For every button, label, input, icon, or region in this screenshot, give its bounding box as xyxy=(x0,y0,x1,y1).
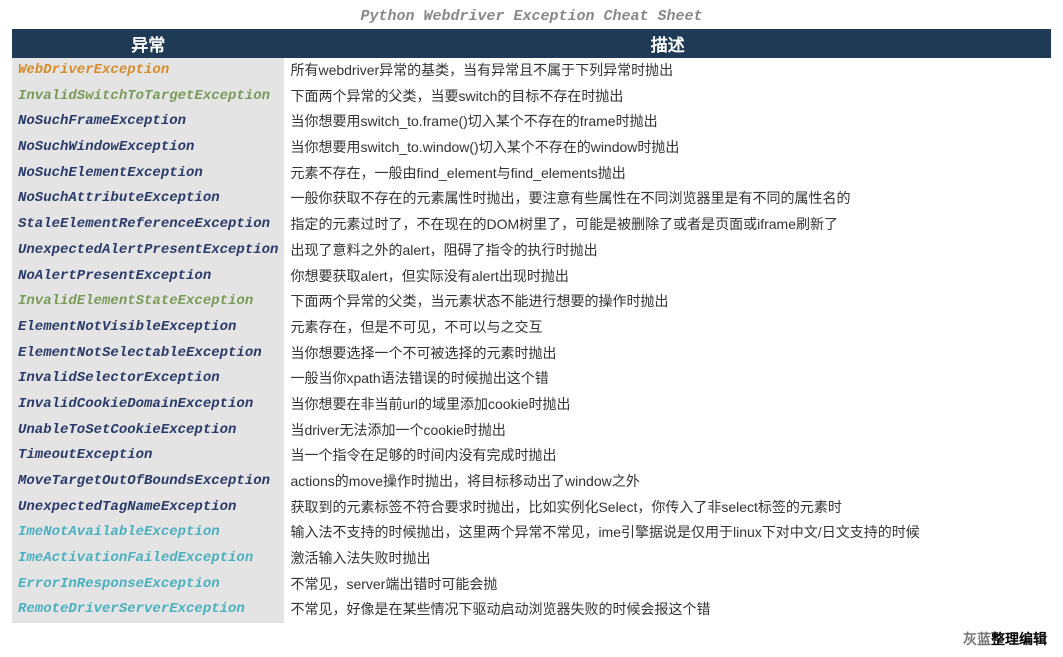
exception-name: ElementNotVisibleException xyxy=(12,315,284,341)
exception-name: InvalidCookieDomainException xyxy=(12,392,284,418)
table-row: ElementNotVisibleException元素存在，但是不可见，不可以… xyxy=(12,315,1051,341)
exception-name: StaleElementReferenceException xyxy=(12,212,284,238)
exception-description: 输入法不支持的时候抛出，这里两个异常不常见，ime引擎据说是仅用于linux下对… xyxy=(284,520,1051,546)
footer-credit: 灰蓝整理编辑 xyxy=(12,629,1051,649)
page-title: Python Webdriver Exception Cheat Sheet xyxy=(12,8,1051,25)
table-row: InvalidCookieDomainException当你想要在非当前url的… xyxy=(12,392,1051,418)
exception-name: NoAlertPresentException xyxy=(12,264,284,290)
table-row: TimeoutException当一个指令在足够的时间内没有完成时抛出 xyxy=(12,443,1051,469)
exception-name: MoveTargetOutOfBoundsException xyxy=(12,469,284,495)
exception-description: 一般当你xpath语法错误的时候抛出这个错 xyxy=(284,366,1051,392)
table-row: StaleElementReferenceException指定的元素过时了，不… xyxy=(12,212,1051,238)
exception-description: 当你想要用switch_to.frame()切入某个不存在的frame时抛出 xyxy=(284,109,1051,135)
exception-description: 元素不存在，一般由find_element与find_elements抛出 xyxy=(284,161,1051,187)
exception-description: 当driver无法添加一个cookie时抛出 xyxy=(284,418,1051,444)
table-row: UnexpectedTagNameException获取到的元素标签不符合要求时… xyxy=(12,495,1051,521)
exception-name: NoSuchFrameException xyxy=(12,109,284,135)
exception-description: 当一个指令在足够的时间内没有完成时抛出 xyxy=(284,443,1051,469)
table-row: ElementNotSelectableException当你想要选择一个不可被… xyxy=(12,341,1051,367)
exception-description: 当你想要在非当前url的域里添加cookie时抛出 xyxy=(284,392,1051,418)
exception-description: 下面两个异常的父类，当要switch的目标不存在时抛出 xyxy=(284,84,1051,110)
exception-description: 激活输入法失败时抛出 xyxy=(284,546,1051,572)
table-row: UnexpectedAlertPresentException出现了意料之外的a… xyxy=(12,238,1051,264)
exception-description: 获取到的元素标签不符合要求时抛出，比如实例化Select，你传入了非select… xyxy=(284,495,1051,521)
exception-name: InvalidSelectorException xyxy=(12,366,284,392)
table-row: NoAlertPresentException你想要获取alert，但实际没有a… xyxy=(12,264,1051,290)
table-row: RemoteDriverServerException不常见，好像是在某些情况下… xyxy=(12,597,1051,623)
exception-description: 出现了意料之外的alert，阻碍了指令的执行时抛出 xyxy=(284,238,1051,264)
exception-description: 指定的元素过时了，不在现在的DOM树里了，可能是被删除了或者是页面或iframe… xyxy=(284,212,1051,238)
table-row: InvalidElementStateException下面两个异常的父类，当元… xyxy=(12,289,1051,315)
exception-name: ElementNotSelectableException xyxy=(12,341,284,367)
exception-description: 你想要获取alert，但实际没有alert出现时抛出 xyxy=(284,264,1051,290)
table-row: InvalidSwitchToTargetException下面两个异常的父类，… xyxy=(12,84,1051,110)
exception-description: 元素存在，但是不可见，不可以与之交互 xyxy=(284,315,1051,341)
table-row: ImeNotAvailableException输入法不支持的时候抛出，这里两个… xyxy=(12,520,1051,546)
exception-name: TimeoutException xyxy=(12,443,284,469)
header-exception: 异常 xyxy=(12,29,284,58)
exception-name: NoSuchElementException xyxy=(12,161,284,187)
table-row: UnableToSetCookieException当driver无法添加一个c… xyxy=(12,418,1051,444)
exception-name: ImeNotAvailableException xyxy=(12,520,284,546)
exception-description: actions的move操作时抛出，将目标移动出了window之外 xyxy=(284,469,1051,495)
table-row: NoSuchElementException元素不存在，一般由find_elem… xyxy=(12,161,1051,187)
exception-name: UnexpectedTagNameException xyxy=(12,495,284,521)
table-row: WebDriverException所有webdriver异常的基类，当有异常且… xyxy=(12,58,1051,84)
exception-description: 所有webdriver异常的基类，当有异常且不属于下列异常时抛出 xyxy=(284,58,1051,84)
header-description: 描述 xyxy=(284,29,1051,58)
exception-name: NoSuchWindowException xyxy=(12,135,284,161)
exception-name: NoSuchAttributeException xyxy=(12,186,284,212)
exception-name: WebDriverException xyxy=(12,58,284,84)
exception-description: 不常见，好像是在某些情况下驱动启动浏览器失败的时候会报这个错 xyxy=(284,597,1051,623)
exception-description: 一般你获取不存在的元素属性时抛出，要注意有些属性在不同浏览器里是有不同的属性名的 xyxy=(284,186,1051,212)
table-row: InvalidSelectorException一般当你xpath语法错误的时候… xyxy=(12,366,1051,392)
table-row: NoSuchWindowException当你想要用switch_to.wind… xyxy=(12,135,1051,161)
exception-name: ImeActivationFailedException xyxy=(12,546,284,572)
table-row: MoveTargetOutOfBoundsExceptionactions的mo… xyxy=(12,469,1051,495)
table-row: ImeActivationFailedException激活输入法失败时抛出 xyxy=(12,546,1051,572)
exception-name: InvalidElementStateException xyxy=(12,289,284,315)
exception-name: RemoteDriverServerException xyxy=(12,597,284,623)
footer-note: 整理编辑 xyxy=(991,631,1047,647)
table-row: NoSuchAttributeException一般你获取不存在的元素属性时抛出… xyxy=(12,186,1051,212)
exception-description: 下面两个异常的父类，当元素状态不能进行想要的操作时抛出 xyxy=(284,289,1051,315)
exception-description: 当你想要用switch_to.window()切入某个不存在的window时抛出 xyxy=(284,135,1051,161)
exception-table: 异常 描述 WebDriverException所有webdriver异常的基类… xyxy=(12,29,1051,623)
exception-description: 当你想要选择一个不可被选择的元素时抛出 xyxy=(284,341,1051,367)
exception-name: InvalidSwitchToTargetException xyxy=(12,84,284,110)
exception-name: UnexpectedAlertPresentException xyxy=(12,238,284,264)
footer-author: 灰蓝 xyxy=(963,631,991,647)
table-row: NoSuchFrameException当你想要用switch_to.frame… xyxy=(12,109,1051,135)
exception-name: UnableToSetCookieException xyxy=(12,418,284,444)
